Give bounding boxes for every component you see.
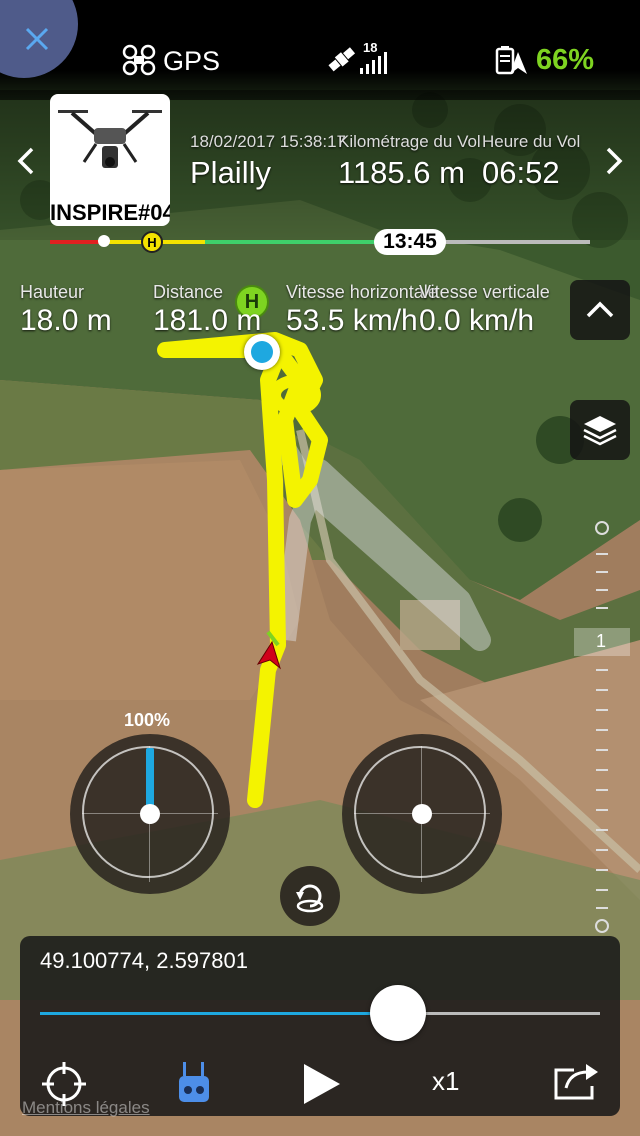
left-stick-indicator: [70, 734, 230, 894]
distance-label: Distance: [153, 282, 224, 302]
height-label: Hauteur: [20, 282, 85, 302]
map-layers-button[interactable]: [570, 400, 630, 460]
share-button[interactable]: [552, 1058, 600, 1106]
home-orbit-icon: [296, 884, 324, 913]
flight-replay-screen: H GPS 18 66% INSPIRE#04 18/02/2017 15:38…: [0, 0, 640, 1136]
drone-thumbnail[interactable]: INSPIRE#04: [50, 94, 170, 226]
close-icon: [25, 27, 49, 51]
play-icon: [304, 1064, 340, 1104]
collapse-panel-button[interactable]: [570, 280, 630, 340]
follow-drone-button[interactable]: [280, 866, 340, 926]
flight-distance-value: 1185.6 m: [338, 155, 465, 190]
altitude-scale: [595, 521, 609, 933]
flight-time-label: Heure du Vol: [482, 132, 581, 151]
throttle-percent-label: 100%: [124, 710, 171, 730]
chevron-right-icon: [606, 147, 623, 175]
remote-controller-button[interactable]: [174, 1058, 214, 1108]
pilot-location-marker: [244, 334, 280, 370]
playback-panel: 49.100774, 2.597801 x1: [20, 936, 620, 1116]
battery-percent: 66%: [536, 44, 595, 76]
timeline-time-badge[interactable]: 13:45: [374, 229, 446, 255]
vertical-speed-label: Vitesse verticale: [419, 282, 550, 302]
horizontal-speed-label: Vitesse horizontale: [286, 282, 438, 302]
playback-progress: [40, 1012, 399, 1015]
share-icon: [554, 1064, 598, 1100]
flight-timeline-track[interactable]: [50, 240, 590, 244]
height-value: 18.0 m: [20, 304, 112, 337]
flight-distance-label: Kilométrage du Vol: [338, 132, 481, 151]
signal-bars-icon: [360, 52, 387, 74]
play-button[interactable]: [300, 1060, 344, 1108]
drone-name: INSPIRE#04: [50, 200, 170, 225]
chevron-up-icon: [586, 301, 614, 318]
current-coordinates: 49.100774, 2.597801: [40, 948, 248, 973]
playback-track[interactable]: [40, 1012, 600, 1015]
flight-location: Plailly: [190, 155, 271, 190]
flight-time-value: 06:52: [482, 155, 560, 190]
gps-label: GPS: [163, 46, 221, 76]
drone-heading-arrow-icon: [256, 640, 281, 670]
flight-date-time: 18/02/2017 15:38:17: [190, 132, 346, 151]
drone-image-icon: [58, 110, 162, 168]
vertical-speed-value: 0.0 km/h: [419, 304, 535, 337]
satellite-icon: [328, 47, 356, 72]
altitude-indicator: 1: [574, 628, 630, 656]
next-flight-button[interactable]: [602, 146, 626, 181]
playback-speed-button[interactable]: x1: [432, 1066, 459, 1097]
playback-slider-thumb[interactable]: [370, 985, 427, 1041]
battery-icon: [495, 46, 527, 75]
drone-gps-icon: [122, 44, 156, 76]
layers-icon: [583, 416, 617, 446]
right-stick-indicator: [342, 734, 502, 894]
legal-notice-link[interactable]: Mentions légales: [22, 1098, 150, 1118]
timeline-home-marker: H: [141, 231, 163, 253]
chevron-left-icon: [17, 147, 34, 175]
distance-value: 181.0 m: [153, 304, 262, 337]
timeline-start-marker: [98, 235, 110, 247]
horizontal-speed-value: 53.5 km/h: [286, 304, 418, 337]
previous-flight-button[interactable]: [14, 146, 38, 181]
remote-controller-icon: [179, 1062, 209, 1102]
